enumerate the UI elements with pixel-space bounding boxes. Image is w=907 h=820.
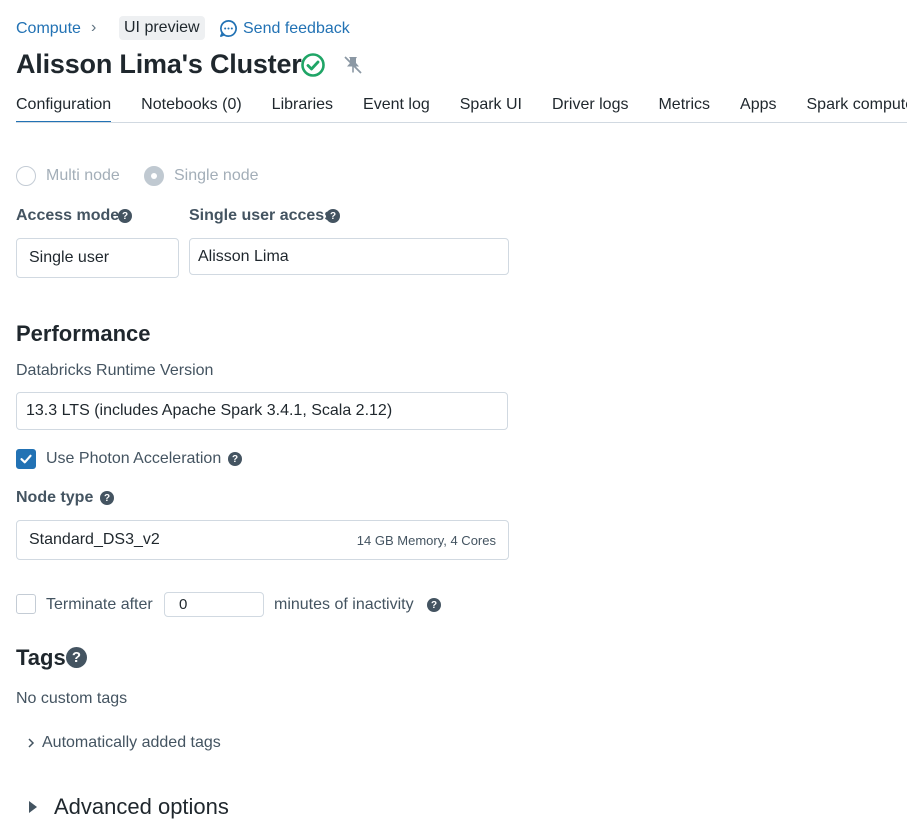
tab-libraries[interactable]: Libraries [272, 94, 333, 122]
send-feedback-link[interactable]: Send feedback [219, 19, 350, 38]
terminate-after-label: Terminate after [46, 596, 153, 613]
advanced-options-label: Advanced options [54, 794, 229, 819]
chat-bubble-icon [219, 19, 238, 38]
single-user-access-value: Alisson Lima [198, 247, 289, 265]
tab-spark-compute-ui[interactable]: Spark compute UI - Master [807, 94, 907, 122]
no-custom-tags-text: No custom tags [16, 690, 128, 707]
runtime-version-select[interactable]: 13.3 LTS (includes Apache Spark 3.4.1, S… [16, 392, 508, 430]
caret-right-icon [29, 801, 37, 813]
tags-help-icon[interactable]: ? [66, 647, 87, 668]
tab-metrics[interactable]: Metrics [658, 94, 710, 122]
single-user-access-label: Single user access [189, 207, 334, 224]
terminate-after-checkbox[interactable] [16, 594, 36, 614]
multi-node-radio[interactable] [16, 166, 36, 186]
page-title: Alisson Lima's Cluster [16, 49, 302, 79]
runtime-version-value: 13.3 LTS (includes Apache Spark 3.4.1, S… [26, 402, 393, 419]
breadcrumb-separator: › [91, 19, 97, 36]
ui-preview-tag[interactable]: UI preview [119, 16, 205, 40]
tab-bar: Configuration Notebooks (0) Libraries Ev… [16, 94, 907, 123]
photon-acceleration-checkbox[interactable] [16, 449, 36, 469]
access-mode-label: Access mode [16, 207, 120, 224]
node-type-specs: 14 GB Memory, 4 Cores [356, 532, 496, 548]
runtime-version-label: Databricks Runtime Version [16, 362, 214, 379]
node-type-select[interactable]: Standard_DS3_v2 14 GB Memory, 4 Cores [16, 520, 509, 560]
node-type-help-icon[interactable]: ? [100, 491, 114, 505]
access-mode-value: Single user [29, 249, 110, 266]
single-node-label: Single node [174, 167, 259, 184]
terminate-minutes-value: 0 [179, 596, 188, 613]
tab-spark-ui[interactable]: Spark UI [460, 94, 522, 122]
single-node-radio[interactable] [144, 166, 164, 186]
pin-icon[interactable] [342, 54, 364, 81]
tab-event-log[interactable]: Event log [363, 94, 430, 122]
node-type-label: Node type [16, 489, 94, 506]
single-user-access-help-icon[interactable]: ? [326, 209, 340, 223]
performance-heading: Performance [16, 321, 151, 346]
multi-node-label: Multi node [46, 167, 120, 184]
photon-acceleration-label: Use Photon Acceleration [46, 450, 222, 467]
running-status-icon [300, 52, 326, 83]
send-feedback-label: Send feedback [243, 19, 350, 37]
access-mode-select[interactable]: Single user [16, 238, 179, 278]
terminate-suffix-label: minutes of inactivity [274, 596, 414, 613]
breadcrumb-compute-link[interactable]: Compute [16, 20, 81, 38]
tab-apps[interactable]: Apps [740, 94, 776, 122]
tags-heading: Tags [16, 645, 66, 670]
access-mode-help-icon[interactable]: ? [118, 209, 132, 223]
advanced-options-toggle[interactable]: Advanced options [28, 794, 229, 820]
automatically-added-tags-label: Automatically added tags [42, 734, 221, 751]
tab-configuration[interactable]: Configuration [16, 94, 112, 122]
checkmark-icon [20, 454, 32, 464]
terminate-minutes-input[interactable]: 0 [164, 592, 264, 617]
chevron-right-icon [28, 738, 35, 748]
tab-notebooks[interactable]: Notebooks (0) [141, 94, 242, 122]
terminate-help-icon[interactable]: ? [427, 598, 441, 612]
photon-help-icon[interactable]: ? [228, 452, 242, 466]
automatically-added-tags-toggle[interactable]: Automatically added tags [26, 734, 221, 752]
single-user-access-select[interactable]: Alisson Lima [189, 238, 509, 275]
node-type-value: Standard_DS3_v2 [29, 531, 160, 548]
tab-driver-logs[interactable]: Driver logs [552, 94, 628, 122]
